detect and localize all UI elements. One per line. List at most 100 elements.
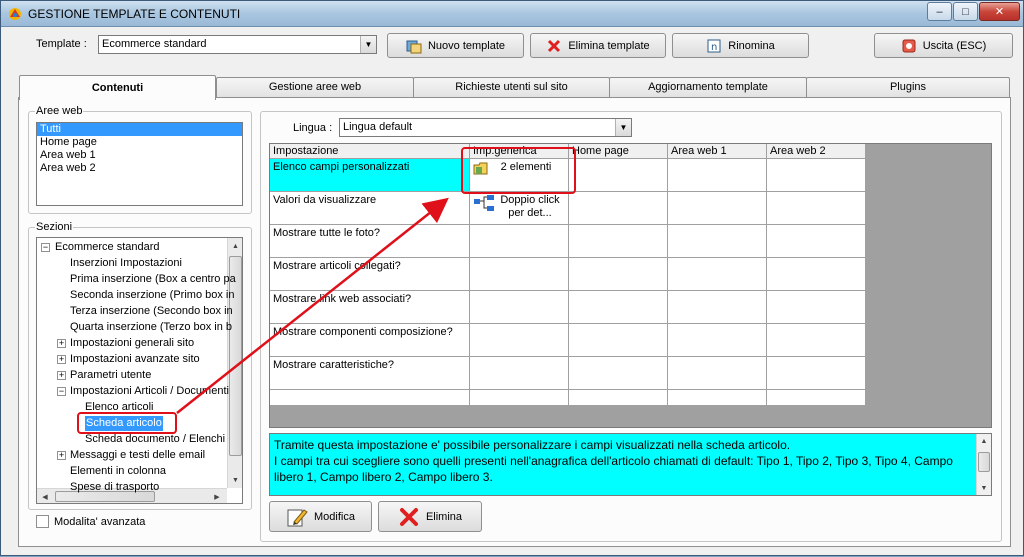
modifica-button[interactable]: Modifica (269, 501, 372, 532)
tree-node[interactable]: Prima inserzione (Box a centro pa (70, 272, 236, 287)
rinomina-button[interactable]: n Rinomina (672, 33, 809, 58)
table-cell[interactable] (470, 324, 569, 357)
tree-node[interactable]: Impostazioni generali sito (70, 336, 194, 351)
tree-expander-icon[interactable]: − (57, 387, 66, 396)
tree-expander-icon[interactable]: − (41, 243, 50, 252)
tree-node[interactable]: Impostazioni Articoli / Documenti (70, 384, 229, 399)
tree-expander-icon[interactable]: + (57, 371, 66, 380)
grid-header[interactable]: Area web 2 (767, 144, 866, 159)
elimina-template-button[interactable]: Elimina template (530, 33, 666, 58)
list-item[interactable]: Area web 2 (37, 162, 242, 175)
tree-node[interactable]: Ecommerce standard (55, 240, 160, 255)
lingua-combo[interactable]: Lingua default ▼ (339, 118, 632, 137)
table-cell[interactable] (767, 192, 866, 225)
table-cell[interactable] (668, 390, 767, 406)
grid-header[interactable]: Area web 1 (668, 144, 767, 159)
table-cell[interactable] (569, 357, 668, 390)
settings-grid[interactable]: Impostazione Imp.generica Home page Area we… (269, 143, 992, 428)
tree-node[interactable]: Scheda documento / Elenchi (85, 432, 225, 447)
grid-header[interactable]: Impostazione (270, 144, 470, 159)
tree-node[interactable]: Parametri utente (70, 368, 151, 383)
grid-row-label[interactable]: Valori da visualizzare (270, 192, 470, 225)
list-item[interactable]: Area web 1 (37, 149, 242, 162)
table-cell[interactable] (470, 258, 569, 291)
table-cell[interactable] (767, 258, 866, 291)
grid-row-label[interactable]: Mostrare caratteristiche? (270, 357, 470, 390)
table-cell[interactable] (470, 291, 569, 324)
scroll-thumb[interactable] (978, 452, 990, 472)
grid-row-label[interactable]: Mostrare articoli collegati? (270, 258, 470, 291)
template-combo[interactable]: Ecommerce standard ▼ (98, 35, 377, 54)
table-cell[interactable] (767, 357, 866, 390)
table-cell[interactable] (569, 159, 668, 192)
list-item[interactable]: Tutti (37, 123, 242, 136)
table-cell[interactable] (470, 357, 569, 390)
table-cell[interactable] (569, 390, 668, 406)
table-cell[interactable] (569, 324, 668, 357)
tree-node[interactable]: Inserzioni Impostazioni (70, 256, 182, 271)
table-cell[interactable] (668, 192, 767, 225)
tab-richieste-utenti[interactable]: Richieste utenti sul sito (413, 77, 610, 97)
scroll-up-icon[interactable]: ▲ (228, 238, 242, 254)
table-cell[interactable] (470, 225, 569, 258)
scroll-left-icon[interactable]: ◀ (37, 489, 53, 503)
aree-web-list[interactable]: Tutti Home page Area web 1 Area web 2 (36, 122, 243, 206)
tree-expander-icon[interactable]: + (57, 355, 66, 364)
minimize-button[interactable]: – (927, 2, 952, 21)
grid-header[interactable]: Home page (569, 144, 668, 159)
tree-node[interactable]: Spese di trasporto (70, 480, 159, 495)
table-cell[interactable] (270, 390, 470, 406)
scroll-up-icon[interactable]: ▲ (977, 434, 991, 448)
scroll-down-icon[interactable]: ▼ (977, 481, 991, 495)
table-cell[interactable] (569, 225, 668, 258)
tree-node[interactable]: Elementi in colonna (70, 464, 166, 479)
table-cell[interactable] (668, 159, 767, 192)
close-button[interactable]: ✕ (979, 2, 1020, 21)
tree-node[interactable]: Messaggi e testi delle email (70, 448, 205, 463)
table-cell[interactable] (470, 390, 569, 406)
chevron-down-icon[interactable]: ▼ (615, 119, 631, 136)
table-cell[interactable] (767, 159, 866, 192)
list-item[interactable]: Home page (37, 136, 242, 149)
grid-row-label[interactable]: Mostrare tutte le foto? (270, 225, 470, 258)
tree-expander-icon[interactable]: + (57, 339, 66, 348)
table-cell[interactable] (569, 258, 668, 291)
table-cell[interactable] (668, 357, 767, 390)
tree-expander-icon[interactable]: + (57, 451, 66, 460)
table-cell[interactable] (668, 258, 767, 291)
scroll-down-icon[interactable]: ▼ (228, 472, 242, 488)
app-icon (9, 8, 21, 20)
maximize-button[interactable]: □ (953, 2, 978, 21)
tree-node[interactable]: Seconda inserzione (Primo box in (70, 288, 234, 303)
template-label: Template : (36, 38, 87, 50)
grid-row-label[interactable]: Mostrare link web associati? (270, 291, 470, 324)
table-cell[interactable] (668, 324, 767, 357)
table-cell[interactable] (767, 324, 866, 357)
tree-node[interactable]: Quarta inserzione (Terzo box in b (70, 320, 232, 335)
sezioni-tree[interactable]: ▲ ▼ ◀ ▶ − Ecommerce standard Inserzioni Im… (36, 237, 243, 504)
chevron-down-icon[interactable]: ▼ (360, 36, 376, 53)
tab-contenuti[interactable]: Contenuti (19, 75, 216, 100)
main-window: GESTIONE TEMPLATE E CONTENUTI – □ ✕ Temp… (0, 0, 1024, 556)
description-scrollbar[interactable]: ▲ ▼ (976, 434, 991, 495)
uscita-button[interactable]: Uscita (ESC) (874, 33, 1013, 58)
table-cell[interactable] (767, 291, 866, 324)
nuovo-template-button[interactable]: Nuovo template (387, 33, 524, 58)
table-cell[interactable]: Doppio click per det... (470, 192, 569, 225)
table-cell[interactable] (767, 390, 866, 406)
table-cell[interactable] (569, 291, 668, 324)
grid-row-label[interactable]: Elenco campi personalizzati (270, 159, 470, 192)
table-cell[interactable] (767, 225, 866, 258)
modalita-avanzata-checkbox[interactable] (36, 515, 49, 528)
tab-plugins[interactable]: Plugins (806, 77, 1010, 97)
elimina-button[interactable]: Elimina (378, 501, 482, 532)
grid-row-label[interactable]: Mostrare componenti composizione? (270, 324, 470, 357)
table-cell[interactable] (668, 291, 767, 324)
table-cell[interactable] (668, 225, 767, 258)
tab-gestione-aree-web[interactable]: Gestione aree web (216, 77, 414, 97)
tab-aggiornamento-template[interactable]: Aggiornamento template (609, 77, 807, 97)
tree-node[interactable]: Terza inserzione (Secondo box in (70, 304, 233, 319)
tree-node[interactable]: Impostazioni avanzate sito (70, 352, 200, 367)
table-cell[interactable] (569, 192, 668, 225)
scroll-right-icon[interactable]: ▶ (209, 489, 225, 503)
